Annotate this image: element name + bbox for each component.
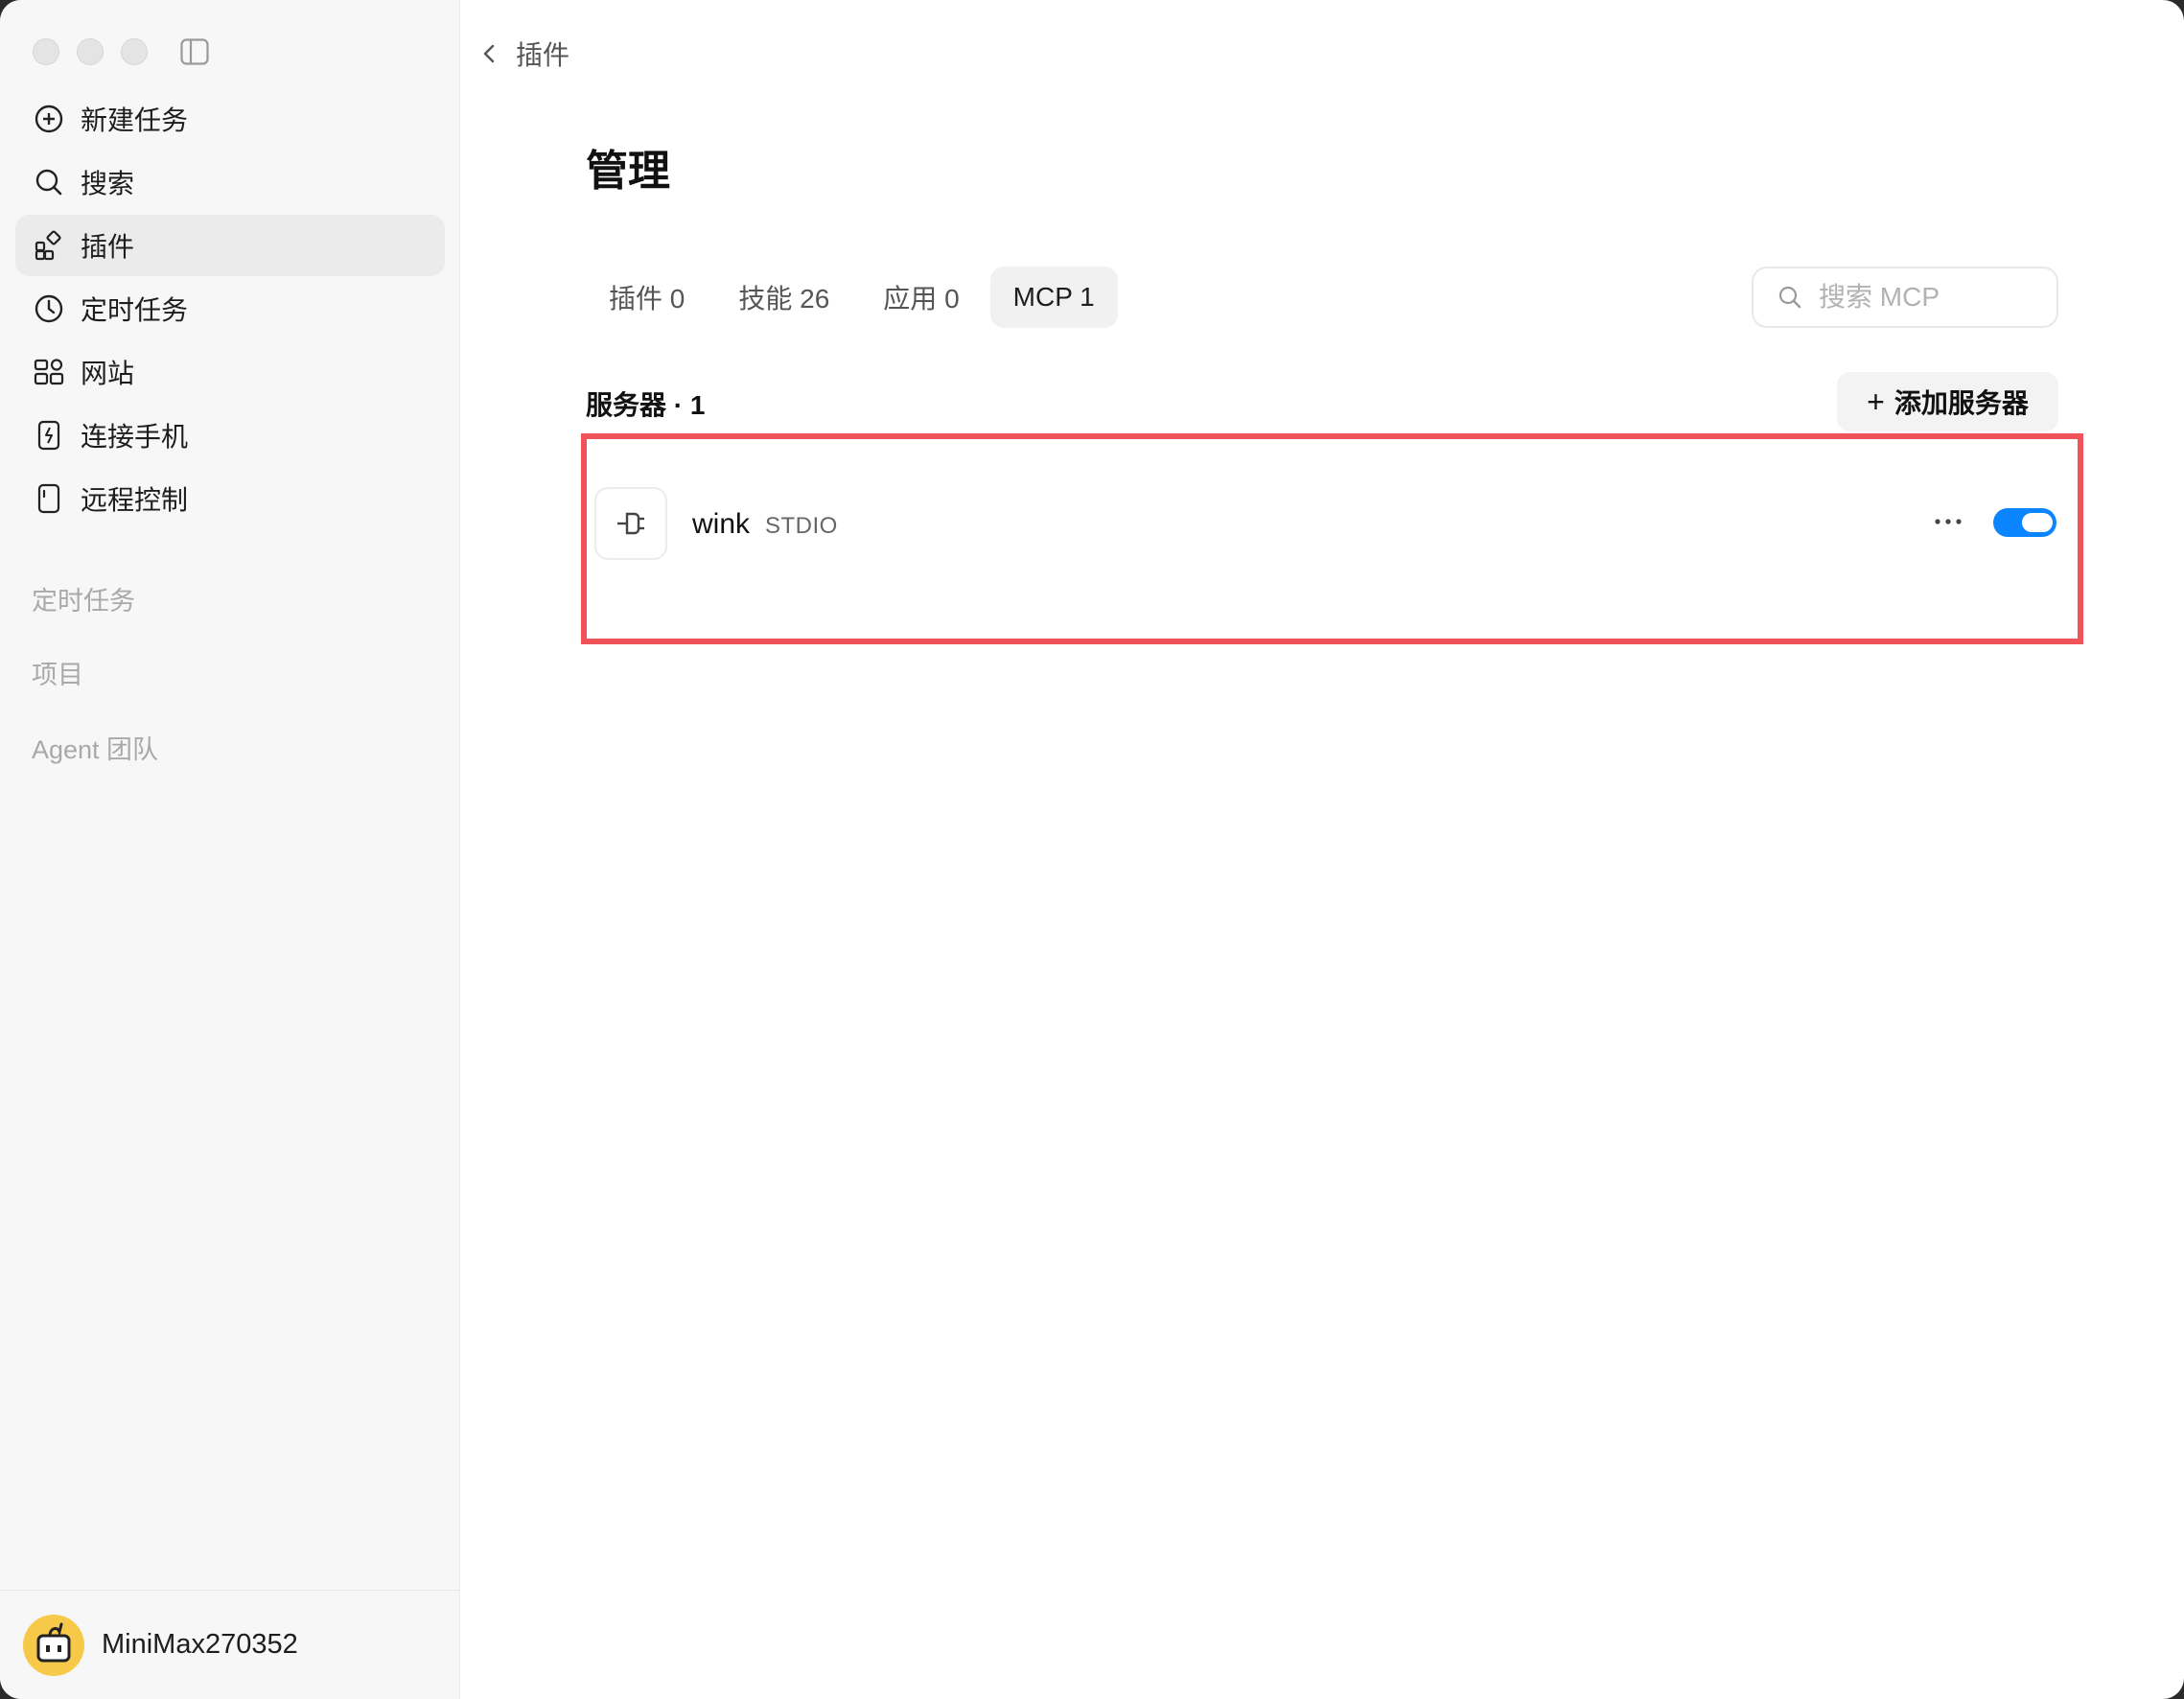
section-label-scheduled[interactable]: 定时任务 [32,580,135,617]
plugin-icon [33,229,65,262]
search-input[interactable] [1819,282,2030,313]
add-server-button[interactable]: + 添加服务器 [1837,372,2058,431]
sidebar-item-connect-phone[interactable]: 连接手机 [15,405,445,466]
sidebar: 新建任务 搜索 插件 定时任务 网站 连接手机 远程控制 定时任务 项目 Age… [0,0,460,1699]
sidebar-item-label: 定时任务 [81,295,189,325]
server-card[interactable]: wink STDIO [581,433,2083,644]
clock-icon [33,292,65,325]
window-controls [33,38,148,65]
servers-count-label: 服务器 · 1 [586,390,706,420]
back-label: 插件 [516,40,570,70]
server-enabled-toggle[interactable] [1993,508,2056,537]
bot-avatar-icon [36,1622,71,1662]
remote-icon [33,482,65,515]
close-window-button[interactable] [33,38,59,65]
tab-bar: 插件 0 技能 26 应用 0 MCP 1 [586,267,1118,328]
username: MiniMax270352 [102,1629,298,1660]
server-type-badge: STDIO [765,513,838,539]
website-icon [33,356,65,388]
zoom-window-button[interactable] [121,38,148,65]
tab-mcp[interactable]: MCP 1 [989,267,1118,328]
sidebar-toggle-icon[interactable] [180,38,209,65]
sidebar-item-scheduled-tasks[interactable]: 定时任务 [15,278,445,339]
sidebar-item-new-task[interactable]: 新建任务 [15,88,445,150]
tab-plugins[interactable]: 插件 0 [586,267,708,328]
sidebar-nav: 新建任务 搜索 插件 定时任务 网站 连接手机 远程控制 [15,88,445,531]
add-server-label: 添加服务器 [1894,388,2029,418]
sidebar-item-plugins[interactable]: 插件 [15,215,445,276]
sidebar-item-label: 新建任务 [81,105,189,135]
sidebar-item-websites[interactable]: 网站 [15,341,445,403]
sidebar-item-label: 连接手机 [81,422,189,452]
main-content [460,0,2184,1699]
toggle-knob [2022,513,2053,532]
tab-apps[interactable]: 应用 0 [860,267,982,328]
plug-icon [594,487,667,560]
plus-circle-icon [33,103,65,135]
plus-icon: + [1867,384,1885,419]
page-title: 管理 [586,148,670,195]
back-button[interactable]: 插件 [479,35,569,73]
sidebar-item-label: 网站 [81,359,135,388]
more-options-icon[interactable] [1929,502,1967,541]
user-profile[interactable]: MiniMax270352 [0,1590,459,1699]
phone-icon [33,419,65,452]
search-box[interactable] [1752,267,2058,328]
sidebar-item-label: 搜索 [81,169,135,198]
sidebar-item-search[interactable]: 搜索 [15,151,445,213]
search-icon [33,166,65,198]
tab-skills[interactable]: 技能 26 [715,267,852,328]
avatar [23,1614,84,1676]
search-icon [1778,286,1801,309]
sidebar-item-label: 远程控制 [81,485,189,515]
section-label-agent-team[interactable]: Agent 团队 [32,729,158,766]
sidebar-item-remote-control[interactable]: 远程控制 [15,468,445,529]
app-window: 新建任务 搜索 插件 定时任务 网站 连接手机 远程控制 定时任务 项目 Age… [0,0,2184,1699]
chevron-left-icon [483,44,495,63]
server-name: wink [692,508,751,540]
sidebar-item-label: 插件 [81,232,135,262]
minimize-window-button[interactable] [77,38,104,65]
section-label-projects[interactable]: 项目 [32,654,83,691]
